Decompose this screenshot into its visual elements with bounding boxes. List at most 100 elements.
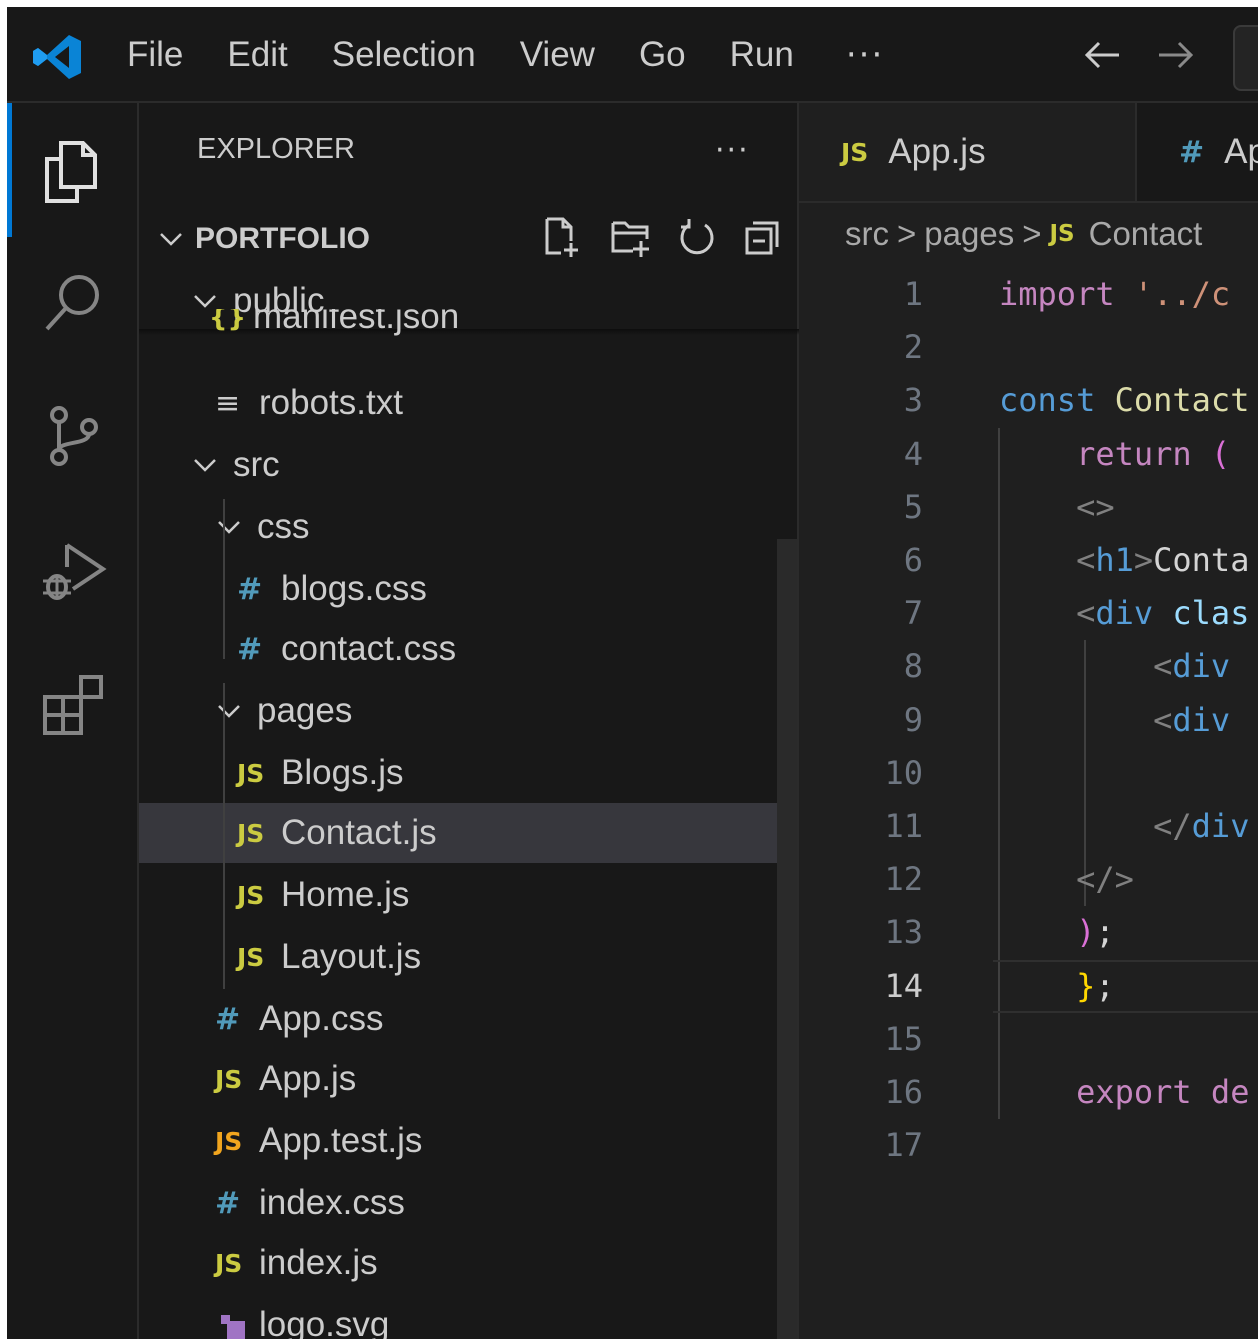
- line-number: 9: [903, 700, 923, 739]
- code-line[interactable]: 8 <div: [799, 640, 1258, 693]
- tab-app-css[interactable]: # Ap: [1137, 103, 1258, 201]
- code-line[interactable]: 15: [799, 1013, 1258, 1066]
- new-file-icon[interactable]: [539, 215, 583, 259]
- tree-indent-guide: [223, 499, 225, 659]
- code-line[interactable]: 7 <div clas: [799, 587, 1258, 640]
- code-line[interactable]: 17: [799, 1119, 1258, 1172]
- breadcrumb-src[interactable]: src: [845, 215, 889, 253]
- file-name: contact.css: [281, 629, 457, 668]
- file-row-contact-css[interactable]: # contact.css: [139, 619, 794, 679]
- folder-name: src: [233, 445, 280, 484]
- file-row-blogs-js[interactable]: JS Blogs.js: [139, 743, 794, 803]
- code-token: >: [1133, 541, 1154, 579]
- code-line[interactable]: 2: [799, 321, 1258, 374]
- code-line[interactable]: 13 );: [799, 906, 1258, 959]
- breadcrumb-file[interactable]: Contact: [1089, 215, 1203, 253]
- line-number: 13: [884, 913, 923, 952]
- file-name: logo.svg: [259, 1305, 390, 1339]
- js-file-icon: JS: [237, 818, 265, 848]
- file-row-robots[interactable]: ≡ robots.txt: [139, 373, 794, 433]
- chevron-down-icon: [160, 233, 182, 246]
- source-control-icon[interactable]: [37, 399, 109, 471]
- line-number: 4: [903, 434, 923, 473]
- json-file-icon: {}: [209, 309, 247, 333]
- line-number: 15: [884, 1019, 923, 1058]
- code-token: ): [1076, 913, 1096, 952]
- folder-row-css[interactable]: css: [139, 497, 794, 557]
- code-line[interactable]: 12 </>: [799, 853, 1258, 906]
- menu-edit[interactable]: Edit: [227, 35, 287, 75]
- file-row-app-test-js[interactable]: JS App.test.js: [139, 1111, 794, 1171]
- code-token: div: [1172, 647, 1231, 686]
- file-row-index-css[interactable]: # index.css: [139, 1173, 794, 1233]
- folder-row-src[interactable]: src: [139, 435, 794, 495]
- file-row-app-css[interactable]: # App.css: [139, 989, 794, 1049]
- code-line[interactable]: 4 return (: [799, 428, 1258, 481]
- menu-view[interactable]: View: [520, 35, 595, 75]
- code-token: <: [1153, 647, 1173, 686]
- code-line[interactable]: 16 export de: [799, 1066, 1258, 1119]
- file-name: App.test.js: [259, 1121, 423, 1160]
- file-row-index-js[interactable]: JS index.js: [139, 1233, 794, 1293]
- refresh-icon[interactable]: [675, 215, 719, 259]
- file-row-manifest[interactable]: {} manifest.json: [139, 309, 794, 359]
- code-line[interactable]: 9 <div: [799, 694, 1258, 747]
- folder-row-pages[interactable]: pages: [139, 681, 794, 741]
- menu-more-button[interactable]: ···: [846, 35, 884, 75]
- code-line[interactable]: 11 </div: [799, 800, 1258, 853]
- vscode-window: File Edit Selection View Go Run ··· EXPL…: [7, 7, 1258, 1339]
- extensions-icon[interactable]: [37, 669, 109, 741]
- tab-app-js[interactable]: JS App.js: [799, 103, 1135, 201]
- code-token: '../c: [1133, 275, 1231, 313]
- code-token: ;: [1095, 966, 1115, 1005]
- code-token: de: [1210, 1073, 1250, 1111]
- menu-run[interactable]: Run: [730, 35, 794, 75]
- search-icon[interactable]: [37, 267, 109, 339]
- run-debug-icon[interactable]: [37, 533, 109, 605]
- breadcrumb-pages[interactable]: pages: [924, 215, 1014, 253]
- file-row-blogs-css[interactable]: # blogs.css: [139, 559, 794, 619]
- menu-file[interactable]: File: [127, 35, 183, 75]
- code-text: };: [999, 960, 1115, 1013]
- line-number: 8: [903, 647, 923, 686]
- file-row-logo-svg[interactable]: logo.svg: [139, 1295, 794, 1339]
- menu-go[interactable]: Go: [639, 35, 686, 75]
- editor-tab-bar: JS App.js # Ap: [799, 103, 1258, 203]
- code-token: </: [1153, 807, 1192, 845]
- code-token: </>: [1076, 860, 1134, 899]
- file-row-layout-js[interactable]: JS Layout.js: [139, 927, 794, 987]
- new-folder-icon[interactable]: [609, 215, 653, 259]
- collapse-all-icon[interactable]: [741, 215, 785, 259]
- code-token: Contact: [1114, 381, 1250, 420]
- explorer-more-button[interactable]: ···: [715, 133, 750, 168]
- file-row-app-js[interactable]: JS App.js: [139, 1049, 794, 1109]
- code-line[interactable]: 3 const Contact: [799, 374, 1258, 427]
- code-text: <>: [999, 481, 1115, 534]
- menu-selection[interactable]: Selection: [332, 35, 476, 75]
- code-text: <div clas: [999, 587, 1249, 640]
- arrow-right-icon[interactable]: [1155, 35, 1197, 75]
- code-line[interactable]: 1 import '../c: [799, 268, 1258, 321]
- code-token: <: [1076, 541, 1096, 579]
- code-text: </div: [999, 800, 1249, 853]
- code-line[interactable]: 6 <h1>Conta: [799, 534, 1258, 587]
- file-row-home-js[interactable]: JS Home.js: [139, 865, 794, 925]
- code-token: Conta: [1153, 541, 1250, 579]
- code-line[interactable]: 5 <>: [799, 481, 1258, 534]
- code-line[interactable]: 14 };: [799, 960, 1258, 1013]
- arrow-left-icon[interactable]: [1081, 35, 1123, 75]
- command-center-search[interactable]: [1233, 25, 1258, 91]
- file-row-contact-js[interactable]: JS Contact.js: [139, 803, 794, 863]
- code-token: ;: [1095, 913, 1115, 952]
- code-line[interactable]: 10: [799, 747, 1258, 800]
- explorer-icon[interactable]: [37, 135, 109, 207]
- sidebar-scrollbar[interactable]: [777, 539, 797, 1339]
- chevron-down-icon: [218, 705, 240, 718]
